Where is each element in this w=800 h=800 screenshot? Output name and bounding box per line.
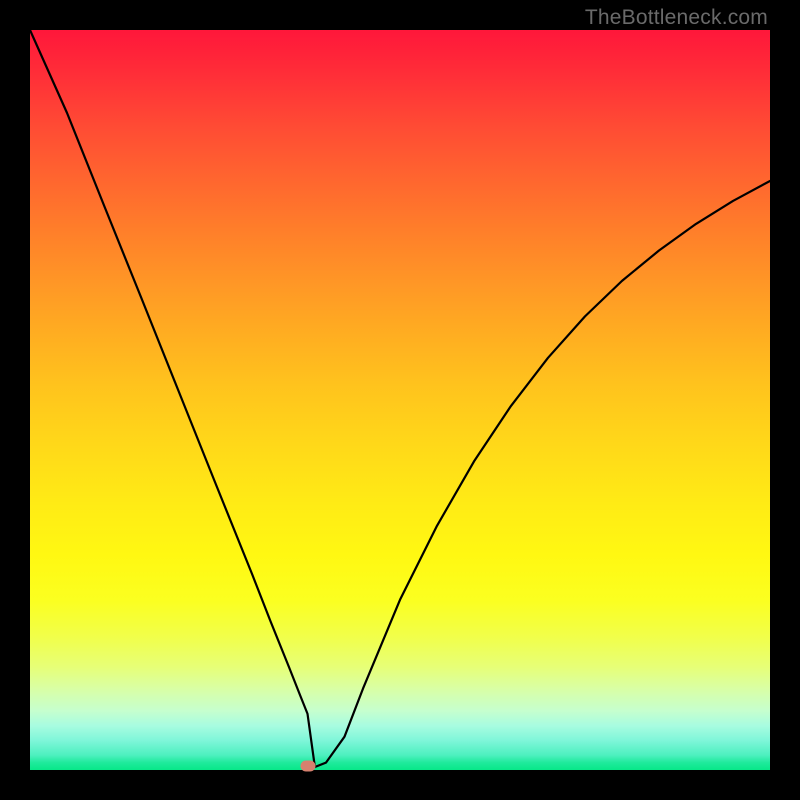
watermark-text: TheBottleneck.com <box>585 6 768 30</box>
chart-frame: TheBottleneck.com <box>0 0 800 800</box>
bottleneck-curve <box>30 30 770 770</box>
plot-area <box>30 30 770 770</box>
optimal-point-marker <box>301 760 316 771</box>
